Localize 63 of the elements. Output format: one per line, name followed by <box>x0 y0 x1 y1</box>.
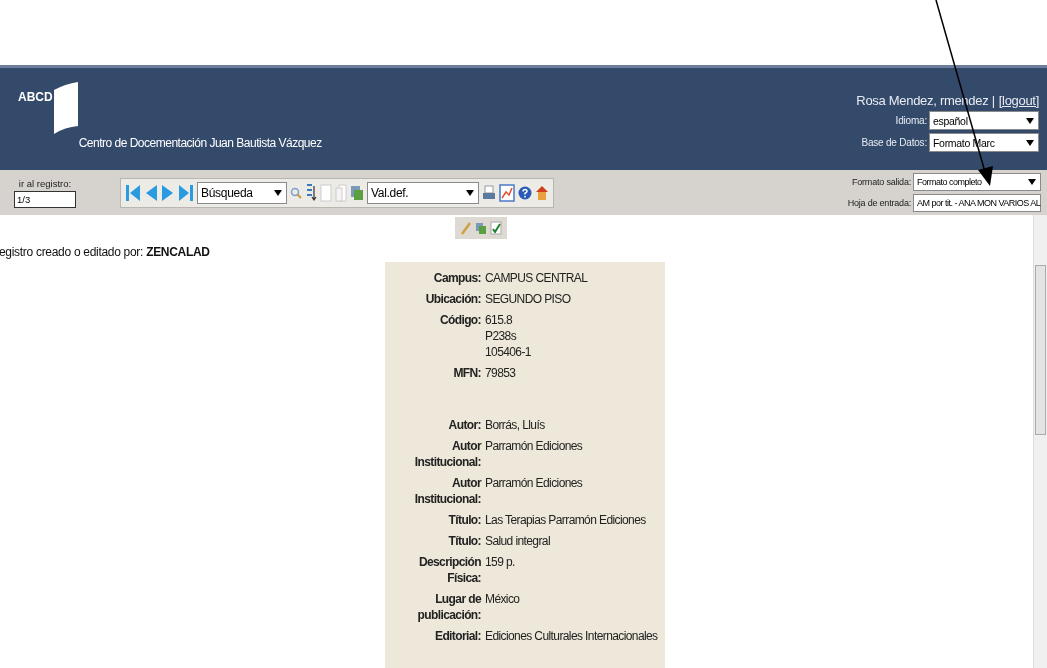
dropdown[interactable]: AM por tit. - ANA MON VARIOS AL <box>913 194 1041 212</box>
field-value: Las Terapias Parramón Ediciones <box>485 512 647 528</box>
site-title: Centro de Docementación Juan Bautista Vázquez <box>78 136 322 150</box>
field-value: Borrás, Lluís <box>485 417 546 433</box>
caret-icon <box>466 189 474 196</box>
field-value: P238s <box>485 328 518 344</box>
scrollbar[interactable] <box>1033 215 1047 668</box>
goto-label: ir al registro: <box>18 177 72 189</box>
caret-icon <box>1026 117 1034 124</box>
help-icon[interactable] <box>518 185 532 200</box>
field-label: Ubicación: <box>424 291 481 307</box>
user-name: Rosa Mendez, rmendez | <box>856 93 995 108</box>
field-label: Título: <box>447 533 481 549</box>
field-label: Código: <box>438 312 481 329</box>
field-value: 79853 <box>485 365 517 381</box>
search-dropdown[interactable]: Búsqueda <box>197 181 287 204</box>
field-value: 159 p. <box>485 554 516 570</box>
field-value: Parramón Ediciones <box>485 475 584 491</box>
editor-text: egistro creado o editado por: ZENCALAD <box>0 245 210 259</box>
sort-icon[interactable] <box>305 183 317 202</box>
pencil-icon[interactable] <box>460 221 472 235</box>
field-label: MFN: <box>452 365 481 381</box>
field-value: Salud integral <box>485 533 551 549</box>
pages-icon[interactable] <box>335 183 347 202</box>
field-label: Autor Institucional: <box>413 438 481 470</box>
next-icon[interactable] <box>161 183 175 202</box>
check-icon[interactable] <box>490 221 502 235</box>
select-label: Hoja de entrada: <box>847 198 911 208</box>
printer-icon[interactable] <box>482 184 496 201</box>
logout-link[interactable]: [logout] <box>998 93 1039 108</box>
field-label: Descripción Física: <box>417 554 481 586</box>
field-value: Parramón Ediciones <box>485 438 584 454</box>
select-label: Formato salida: <box>851 177 911 187</box>
dropdown[interactable]: español <box>929 111 1039 130</box>
database-icon[interactable] <box>350 184 364 201</box>
home-icon[interactable] <box>535 184 549 201</box>
field-label: Campus: <box>432 270 481 286</box>
select-label: Idioma: <box>895 115 927 126</box>
field-value: SEGUNDO PISO <box>485 291 572 307</box>
field-label: Autor Institucional: <box>413 475 481 507</box>
chart-icon[interactable] <box>499 183 515 202</box>
field-value: 615.8 <box>485 312 514 328</box>
field-label: Título: <box>447 512 481 528</box>
logo-text: ABCD <box>18 90 53 104</box>
caret-icon <box>1028 179 1036 185</box>
field-label: Editorial: <box>434 628 481 644</box>
field-label: Lugar de publicación: <box>416 591 481 623</box>
field-value: Ediciones Culturales Internacionales <box>485 628 659 644</box>
previous-icon[interactable] <box>144 183 158 202</box>
field-value: 105406-1 <box>485 344 532 360</box>
field-value: México <box>485 591 521 607</box>
field-value: CAMPUS CENTRAL <box>485 270 589 286</box>
caret-icon <box>1026 139 1034 146</box>
select-label: Base de Datos: <box>861 137 927 148</box>
database-icon[interactable] <box>475 221 487 235</box>
first-record-icon[interactable] <box>125 183 141 202</box>
field-label: Autor: <box>447 417 481 433</box>
last-record-icon[interactable] <box>178 183 194 202</box>
record-input[interactable]: 1/3 <box>14 190 76 208</box>
defaults-dropdown[interactable]: Val.def. <box>367 181 479 204</box>
dropdown[interactable]: Formato completo <box>913 173 1041 191</box>
caret-icon <box>274 189 282 196</box>
book-icon <box>52 82 79 134</box>
